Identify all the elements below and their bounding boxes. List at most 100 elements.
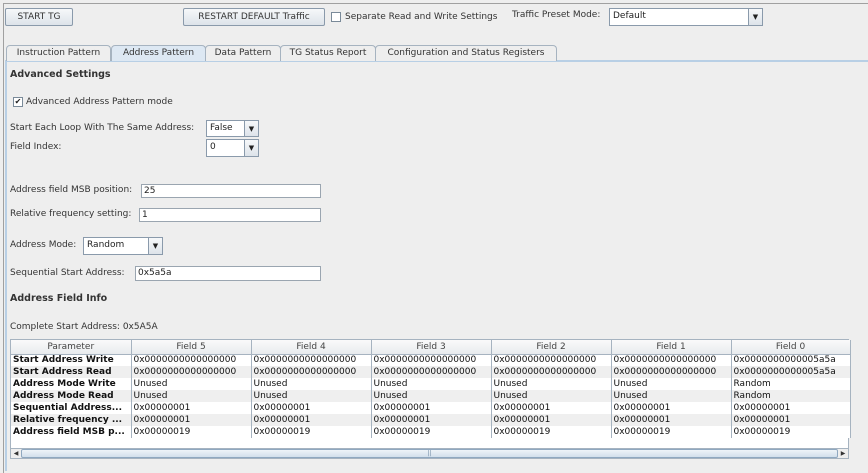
same-address-label: Start Each Loop With The Same Address: [10,123,195,133]
field-cell[interactable]: 0x00000019 [371,426,492,438]
field-cell[interactable]: 0x0000000000000000 [371,354,492,366]
sequential-start-label: Sequential Start Address: [10,268,125,278]
field-cell[interactable]: Unused [611,378,732,390]
table-row[interactable]: Sequential Address... 0x00000001 0x0000000… [11,402,851,414]
field-index-select[interactable]: 0 ▼ [206,139,259,157]
field-index-label: Field Index: [10,142,62,152]
same-address-select[interactable]: False ▼ [206,120,259,137]
field-cell[interactable]: 0x0000000000000000 [491,354,612,366]
chevron-down-icon[interactable]: ▼ [148,238,162,254]
start-tg-button[interactable]: START TG [5,8,73,26]
table-row[interactable]: Address Mode Read Unused Unused Unused Unuse… [11,390,851,402]
field-cell[interactable]: Unused [491,378,612,390]
chevron-down-icon[interactable]: ▼ [244,121,258,136]
field-index-value: 0 [210,142,216,152]
field-cell[interactable]: Unused [251,378,372,390]
field-cell[interactable]: 0x0000000000005a5a [731,366,851,378]
parameter-cell[interactable]: Address Mode Write [11,378,132,390]
table-row[interactable]: Start Address Write 0x0000000000000000 0x0… [11,354,851,366]
field-cell[interactable]: 0x00000001 [491,402,612,414]
field-cell[interactable]: 0x0000000000000000 [371,366,492,378]
field-cell[interactable]: 0x00000001 [251,414,372,426]
field-cell[interactable]: Random [731,378,851,390]
column-header[interactable]: Field 4 [251,340,372,355]
traffic-preset-label: Traffic Preset Mode: [512,10,601,20]
field-cell[interactable]: 0x00000019 [251,426,372,438]
column-header[interactable]: Field 1 [611,340,732,355]
relative-frequency-input[interactable]: 1 [139,208,321,222]
field-cell[interactable]: Unused [131,390,252,402]
field-cell[interactable]: 0x00000001 [251,402,372,414]
field-cell[interactable]: 0x00000001 [611,402,732,414]
parameter-cell[interactable]: Relative frequency ... [11,414,132,426]
parameter-cell[interactable]: Address field MSB p... [11,426,132,438]
parameter-cell[interactable]: Address Mode Read [11,390,132,402]
field-cell[interactable]: 0x00000019 [611,426,732,438]
field-cell[interactable]: 0x00000001 [131,402,252,414]
address-mode-select[interactable]: Random ▼ [83,237,163,255]
table-row[interactable]: Relative frequency ... 0x00000001 0x000000… [11,414,851,426]
column-header[interactable]: Field 0 [731,340,851,355]
parameter-cell[interactable]: Start Address Read [11,366,132,378]
field-cell[interactable]: 0x0000000000000000 [611,366,732,378]
address-field-info-heading: Address Field Info [10,293,108,304]
sequential-start-input[interactable]: 0x5a5a [135,266,321,281]
msb-position-label: Address field MSB position: [10,185,133,195]
field-cell[interactable]: 0x00000001 [731,402,851,414]
relative-frequency-label: Relative frequency setting: [10,209,132,219]
field-cell[interactable]: Unused [131,378,252,390]
scrollbar-thumb[interactable]: || [21,449,838,458]
field-cell[interactable]: 0x0000000000000000 [251,354,372,366]
scroll-left-icon[interactable]: ◀ [11,449,21,458]
field-cell[interactable]: 0x0000000000005a5a [731,354,851,366]
horizontal-scrollbar[interactable]: ◀ || ▶ [10,448,849,459]
column-header[interactable]: Field 3 [371,340,492,355]
field-cell[interactable]: Unused [611,390,732,402]
table-row[interactable]: Address field MSB p... 0x00000019 0x000000… [11,426,851,438]
field-cell[interactable]: 0x00000001 [611,414,732,426]
separate-read-write-label: Separate Read and Write Settings [345,12,498,22]
field-cell[interactable]: Unused [251,390,372,402]
advanced-address-mode-checkbox[interactable]: ✔ [13,97,23,107]
table-row[interactable]: Start Address Read 0x0000000000000000 0x00… [11,366,851,378]
address-mode-value: Random [87,240,125,250]
field-cell[interactable]: 0x00000001 [491,414,612,426]
field-cell[interactable]: 0x00000019 [491,426,612,438]
scroll-right-icon[interactable]: ▶ [838,449,848,458]
separate-read-write-checkbox[interactable] [331,12,341,22]
msb-position-input[interactable]: 25 [141,184,321,198]
field-cell[interactable]: 0x00000001 [731,414,851,426]
column-header[interactable]: Parameter [11,340,132,355]
field-cell[interactable]: 0x00000001 [371,402,492,414]
chevron-down-icon[interactable]: ▼ [748,9,762,25]
field-cell[interactable]: 0x00000001 [371,414,492,426]
tab-configuration-status-registers[interactable]: Configuration and Status Registers [375,45,557,61]
field-cell[interactable]: Unused [371,390,492,402]
column-header[interactable]: Field 5 [131,340,252,355]
restart-default-traffic-button[interactable]: RESTART DEFAULT Traffic [183,8,325,26]
field-cell[interactable]: 0x0000000000000000 [131,366,252,378]
parameter-cell[interactable]: Sequential Address... [11,402,132,414]
field-cell[interactable]: 0x0000000000000000 [251,366,372,378]
traffic-preset-value: Default [613,11,646,21]
field-cell[interactable]: 0x0000000000000000 [131,354,252,366]
field-cell[interactable]: 0x00000019 [131,426,252,438]
field-cell[interactable]: 0x00000019 [731,426,851,438]
tab-tg-status-report[interactable]: TG Status Report [280,45,376,61]
column-header[interactable]: Field 2 [491,340,612,355]
tab-data-pattern[interactable]: Data Pattern [205,45,281,61]
traffic-preset-select[interactable]: Default ▼ [609,8,763,26]
field-cell[interactable]: Random [731,390,851,402]
field-cell[interactable]: 0x0000000000000000 [611,354,732,366]
same-address-value: False [210,123,233,133]
complete-start-address: Complete Start Address: 0x5A5A [10,322,158,332]
chevron-down-icon[interactable]: ▼ [244,140,258,156]
parameter-cell[interactable]: Start Address Write [11,354,132,366]
field-cell[interactable]: Unused [371,378,492,390]
tab-instruction-pattern[interactable]: Instruction Pattern [6,45,111,61]
tab-address-pattern[interactable]: Address Pattern [111,45,206,61]
field-cell[interactable]: 0x00000001 [131,414,252,426]
field-cell[interactable]: 0x0000000000000000 [491,366,612,378]
field-cell[interactable]: Unused [491,390,612,402]
table-row[interactable]: Address Mode Write Unused Unused Unused Unus… [11,378,851,390]
